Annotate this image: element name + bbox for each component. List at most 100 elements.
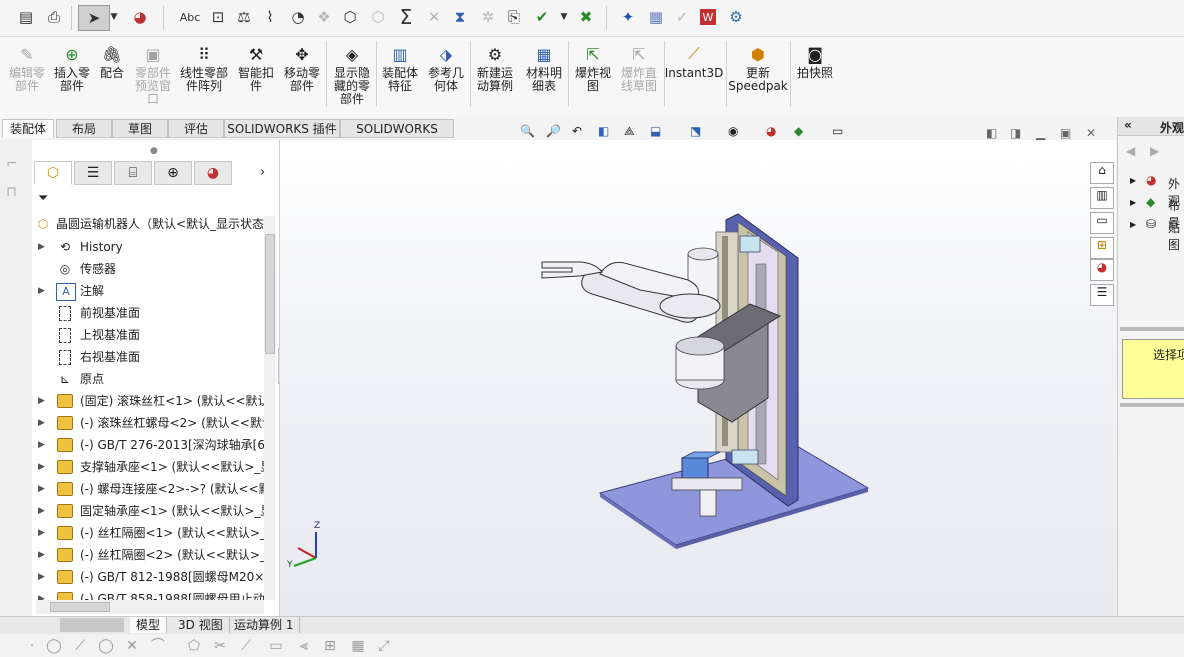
grid-icon[interactable]: ▦ — [350, 638, 366, 654]
tab-scroll-buttons[interactable] — [60, 618, 124, 632]
scrollbar-thumb[interactable] — [265, 234, 275, 354]
trim-icon[interactable]: ✂ — [212, 638, 228, 654]
view-orientation-icon[interactable]: ⬓ — [650, 124, 661, 138]
tree-item[interactable]: ⊾ 原点 — [38, 368, 264, 390]
spelling-check-icon[interactable]: Abc — [180, 7, 201, 27]
linear-pattern-button[interactable]: ⠿ 线性零部 件阵列 — [176, 41, 232, 113]
restore-right-icon[interactable]: ◨ — [1010, 126, 1021, 140]
previous-view-icon[interactable]: ↶ — [572, 124, 582, 138]
mirror-icon[interactable]: ⫷ — [296, 638, 312, 654]
measure-icon[interactable]: ⊡ — [208, 7, 228, 27]
arc-icon[interactable]: ⌒ — [150, 638, 166, 654]
interference-icon[interactable]: ❖ — [314, 7, 334, 27]
tree-vertical-scrollbar[interactable] — [264, 216, 276, 600]
dynamic-annotation-icon[interactable]: ⟁ — [624, 124, 635, 139]
show-hidden-button[interactable]: ◈ 显示隐 藏的零 部件 — [330, 41, 374, 113]
chevron-right-icon[interactable]: › — [260, 165, 265, 180]
tab-motion-study[interactable]: 运动算例 1 — [228, 617, 301, 633]
line-icon[interactable]: ⟋ — [72, 638, 88, 654]
file-explorer-icon[interactable]: ▭ — [1090, 212, 1114, 234]
tree-root[interactable]: ⬡ 晶圆运输机器人（默认<默认_显示状态 — [34, 213, 264, 235]
tree-item[interactable]: ▶ A 注解 — [38, 280, 264, 302]
model-view[interactable] — [280, 140, 1116, 616]
mate-button[interactable]: 🖇 配合 — [96, 41, 128, 113]
zoom-to-fit-icon[interactable]: 🔍 — [520, 124, 535, 138]
tree-item[interactable]: ▶ (固定) 滚珠丝杠<1> (默认<<默认 — [38, 390, 264, 412]
insert-part-button[interactable]: ⊕ 插入零 部件 — [50, 41, 94, 113]
tree-item[interactable]: ▶ ⟲ History — [38, 236, 264, 258]
custom-properties-icon[interactable]: ☰ — [1090, 284, 1114, 306]
restore-left-icon[interactable]: ◧ — [986, 126, 997, 140]
chevron-right-icon[interactable]: ▶ — [38, 500, 48, 522]
graphics-area[interactable]: 🔍 🔎 ↶ ◧ ⟁ ⬓ ⬔ ◉ ◕ ◆ ▭ ◧ ◨ ▁ ▣ ✕ Z Y — [280, 124, 1116, 616]
exploded-view-button[interactable]: ⇱ 爆炸视 图 — [570, 41, 616, 113]
display-style-icon[interactable]: ⬔ — [690, 124, 701, 138]
smart-dimension-icon[interactable]: ⊓ — [6, 184, 17, 200]
chevron-right-icon[interactable]: ▶ — [1130, 220, 1136, 229]
move-icon[interactable]: ⤢ — [376, 638, 392, 654]
home-icon[interactable]: ⌂ — [1090, 162, 1114, 184]
reference-geometry-button[interactable]: ⬗ 参考几 何体 — [424, 41, 468, 113]
view-palette-icon[interactable]: ⊞ — [1090, 237, 1114, 259]
display-manager-icon[interactable]: ◕ — [194, 161, 232, 185]
tab-model[interactable]: 模型 — [130, 617, 168, 633]
word-icon[interactable]: W — [700, 9, 716, 25]
collapse-icon[interactable]: « — [1124, 118, 1132, 132]
tree-item[interactable]: 上视基准面 — [38, 324, 264, 346]
part-preview-button[interactable]: ▣ 零部件 预览窗 口 — [130, 41, 176, 113]
save-icon[interactable]: ▦ — [646, 7, 666, 27]
appearance-icon[interactable]: ◕ — [1090, 259, 1114, 281]
configuration-manager-icon[interactable]: ⌸ — [114, 161, 152, 185]
zoom-area-icon[interactable]: 🔎 — [546, 124, 561, 138]
list-item[interactable]: ▶ ◆ 布景 — [1126, 195, 1184, 230]
new-icon[interactable]: ▤ — [16, 7, 36, 27]
section-properties-icon[interactable]: ⌇ — [260, 7, 280, 27]
sketch-point-icon[interactable]: · — [24, 638, 40, 654]
tab-sketch[interactable]: 草图 — [112, 119, 168, 138]
tree-item[interactable]: 前视基准面 — [38, 302, 264, 324]
rebuild-options-icon[interactable]: ✲ — [478, 7, 498, 27]
new-motion-button[interactable]: ⚙ 新建运 动算例 — [472, 41, 518, 113]
tab-solidworks-mbd[interactable]: SOLIDWORKS MBD — [340, 119, 454, 155]
chevron-down-icon[interactable]: ▼ — [108, 7, 120, 27]
list-item[interactable]: ▶ ◕ 外观 — [1126, 173, 1184, 208]
chevron-right-icon[interactable]: ▶ — [38, 236, 48, 258]
tree-item[interactable]: 右视基准面 — [38, 346, 264, 368]
compare-icon[interactable]: ✕ — [424, 7, 444, 27]
chevron-right-icon[interactable]: ▶ — [38, 434, 48, 456]
list-item[interactable]: ▶ ⛁ 贴图 — [1126, 217, 1184, 252]
tree-item[interactable]: ▶ 支撑轴承座<1> (默认<<默认>_显 — [38, 456, 264, 478]
move-part-button[interactable]: ✥ 移动零 部件 — [280, 41, 324, 113]
check-icon[interactable]: ✓ — [672, 7, 692, 27]
filter-icon[interactable]: ⏷ — [38, 191, 48, 206]
check-icon[interactable]: ◔ — [288, 7, 308, 27]
circle-icon[interactable]: ◯ — [98, 638, 114, 654]
tree-item[interactable]: ▶ (-) 丝杠隔圈<1> (默认<<默认>_显 — [38, 522, 264, 544]
explode-line-button[interactable]: ⇱ 爆炸直 线草图 — [616, 41, 662, 113]
tree-item[interactable]: ▶ (-) 螺母连接座<2>->? (默认<<默 — [38, 478, 264, 500]
smart-fastener-button[interactable]: ⚒ 智能扣 件 — [234, 41, 278, 113]
chevron-right-icon[interactable]: ▶ — [38, 412, 48, 434]
chevron-right-icon[interactable]: ▶ — [38, 456, 48, 478]
chevron-right-icon[interactable]: ▶ — [1130, 198, 1136, 207]
forward-icon[interactable]: ▶ — [1150, 144, 1159, 158]
view-settings-icon[interactable]: ▭ — [832, 124, 843, 138]
splitter-handle[interactable]: ● — [150, 146, 158, 156]
excel-icon[interactable]: ✖ — [576, 7, 596, 27]
settings-icon[interactable]: ⚙ — [726, 7, 746, 27]
tree-item[interactable]: ▶ (-) GB/T 812-1988[圆螺母M20× — [38, 566, 264, 588]
offset-icon[interactable]: ⟋ — [238, 638, 254, 654]
sketch-icon[interactable]: ⌐ — [6, 156, 18, 172]
select-arrow-icon[interactable]: ➤ — [78, 5, 110, 31]
property-manager-icon[interactable]: ☰ — [74, 161, 112, 185]
design-library-icon[interactable]: ▥ — [1090, 187, 1114, 209]
feature-manager-icon[interactable]: ⬡ — [34, 161, 72, 185]
clearance-icon[interactable]: ⬡ — [340, 7, 360, 27]
hole-alignment-icon[interactable]: ⬡ — [368, 7, 388, 27]
edit-part-button[interactable]: ✎ 编辑零 部件 — [4, 41, 50, 113]
chevron-right-icon[interactable]: ▶ — [38, 390, 48, 412]
appearance-icon[interactable]: ◕ — [130, 7, 150, 27]
chevron-right-icon[interactable]: ▶ — [38, 478, 48, 500]
instant3d-button[interactable]: ⟋ Instant3D — [665, 41, 724, 113]
chevron-right-icon[interactable]: ▶ — [38, 280, 48, 302]
